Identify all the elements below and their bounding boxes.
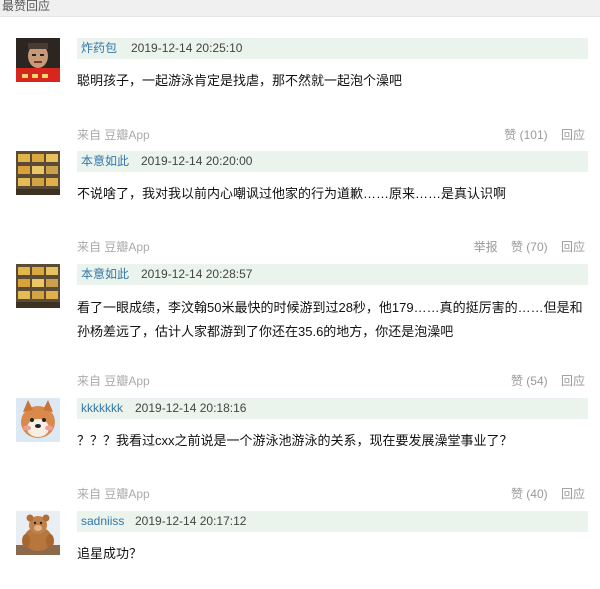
comment-author-bar: 炸药包 2019-12-14 20:25:10 [77,38,588,59]
reply-button[interactable]: 回应 [561,487,585,501]
comment-time: 2019-12-14 20:17:12 [135,514,247,528]
avatar[interactable] [16,511,60,555]
comment-author[interactable]: 炸药包 [81,40,117,57]
comment-footer: 来自 豆瓣App 举报 赞 (70) 回应 [77,238,593,256]
comment-time: 2019-12-14 20:28:57 [141,267,253,281]
comment-actions: 赞 (40) 回应 [501,485,585,503]
comment-author[interactable]: sadniiss [81,513,124,530]
comment-time: 2019-12-14 20:25:10 [131,41,243,55]
avatar[interactable] [16,398,60,442]
source-prefix: 来自 [77,128,102,142]
comment-source: 来自 豆瓣App [77,238,150,256]
source-prefix: 来自 [77,374,102,388]
comment-footer: 来自 豆瓣App 赞 (40) 回应 [77,485,593,503]
source-app-link[interactable]: 豆瓣App [104,487,149,501]
source-app-link[interactable]: 豆瓣App [104,128,149,142]
comment-source: 来自 豆瓣App [77,485,150,503]
avatar[interactable] [16,264,60,308]
reply-button[interactable]: 回应 [561,374,585,388]
comment-author-bar: 本意如此 2019-12-14 20:28:57 [77,264,588,285]
reply-button[interactable]: 回应 [561,128,585,142]
comment-text-line: 孙杨差远了，估计人家都游到了你还在35.6的地方，你还是泡澡吧 [77,324,454,339]
comment-text: 追星成功？ [77,546,143,561]
comment-author[interactable]: 本意如此 [81,153,129,170]
vote-button[interactable]: 赞 (70) [511,240,548,254]
comment-actions: 举报 赞 (70) 回应 [464,238,585,256]
comment-footer: 来自 豆瓣App 赞 (101) 回应 [77,126,593,144]
comment-text: ？？？我看过cxx之前说是一个游泳池游泳的关系，现在要发展澡堂事业了？ [77,433,513,448]
comment-author[interactable]: kkkkkkk [81,400,123,417]
comment-text-line: 看了一眼成绩，李汶翰50米最快的时候游到过28秒，他179……真的挺厉害的……但… [77,300,583,315]
comment-author[interactable]: 本意如此 [81,266,129,283]
comment-time: 2019-12-14 20:20:00 [141,154,253,168]
comment-time: 2019-12-14 20:18:16 [135,401,247,415]
comment-text: 不说啥了，我对我以前内心嘲讽过他家的行为道歉……原来……是真认识啊 [77,186,507,201]
comment-author-bar: kkkkkkk 2019-12-14 20:18:16 [77,398,588,419]
avatar[interactable] [16,38,60,82]
comment-text: 聪明孩子，一起游泳肯定是找虐，那不然就一起泡个澡吧 [77,73,403,88]
section-title: 最赞回应 [2,0,51,13]
section-header: 最赞回应 [0,0,600,17]
source-app-link[interactable]: 豆瓣App [104,374,149,388]
source-prefix: 来自 [77,240,102,254]
comment-source: 来自 豆瓣App [77,126,150,144]
avatar[interactable] [16,151,60,195]
reply-button[interactable]: 回应 [561,240,585,254]
vote-button[interactable]: 赞 (40) [511,487,548,501]
report-button[interactable]: 举报 [474,240,498,254]
comment-author-bar: sadniiss 2019-12-14 20:17:12 [77,511,588,532]
comment-actions: 赞 (54) 回应 [501,372,585,390]
comment-source: 来自 豆瓣App [77,372,150,390]
comment-actions: 赞 (101) 回应 [494,126,585,144]
vote-button[interactable]: 赞 (101) [504,128,547,142]
source-app-link[interactable]: 豆瓣App [104,240,149,254]
vote-button[interactable]: 赞 (54) [511,374,548,388]
comment-author-bar: 本意如此 2019-12-14 20:20:00 [77,151,588,172]
comment-footer: 来自 豆瓣App 赞 (54) 回应 [77,372,593,390]
source-prefix: 来自 [77,487,102,501]
comment-text: 看了一眼成绩，李汶翰50米最快的时候游到过28秒，他179……真的挺厉害的……但… [77,296,593,344]
